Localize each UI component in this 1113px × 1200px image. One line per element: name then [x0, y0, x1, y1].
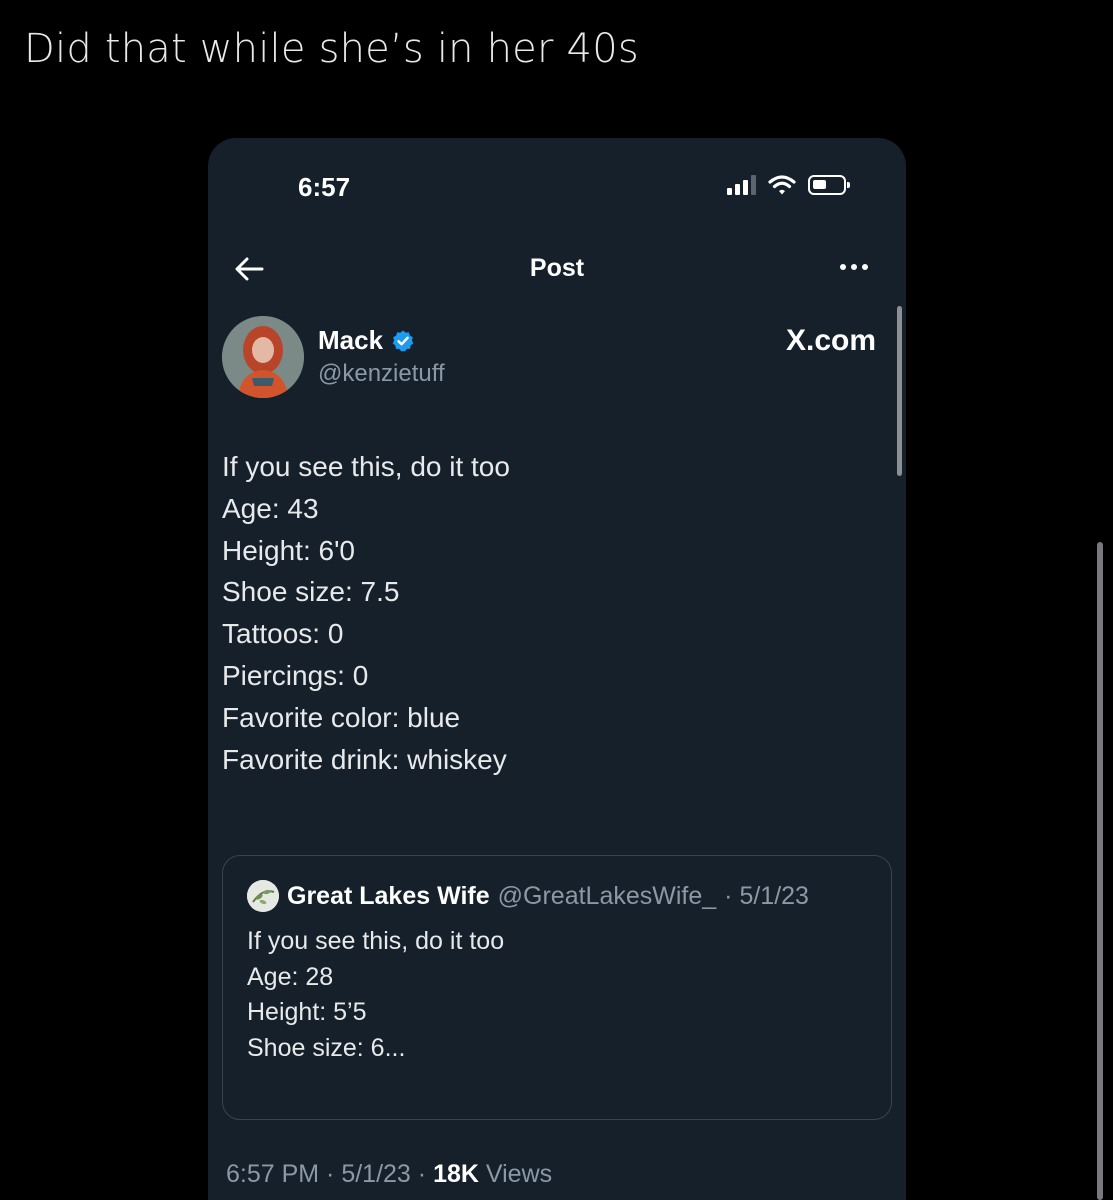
views-count[interactable]: 18K — [433, 1160, 479, 1188]
wifi-icon — [768, 175, 796, 195]
quoted-post-date: · 5/1/23 — [724, 881, 809, 910]
page-title: Post — [529, 254, 585, 282]
battery-icon — [808, 175, 850, 195]
post-line: Piercings: 0 — [222, 659, 369, 691]
author-name-text[interactable]: Mack — [318, 325, 383, 356]
status-icons — [727, 174, 850, 196]
post-time[interactable]: 6:57 PM — [226, 1160, 319, 1188]
quoted-line: Age: 28 — [247, 962, 334, 991]
xcom-watermark: X.com — [785, 324, 876, 357]
page-scrollbar[interactable] — [1097, 542, 1103, 1200]
post-date[interactable]: 5/1/23 — [341, 1160, 411, 1188]
post-line: Age: 43 — [222, 492, 319, 524]
screenshot-page: Did that while she’s in her 40s 6:57 Pos… — [0, 0, 1113, 1200]
quoted-post-card[interactable]: Great Lakes Wife @GreatLakesWife_ · 5/1/… — [222, 855, 892, 1120]
quoted-line: Height: 5’5 — [247, 998, 367, 1026]
post-line: Favorite drink: whiskey — [222, 743, 507, 775]
phone-screenshot: 6:57 Post Mack @kenzietuff X.com If you … — [208, 138, 906, 1200]
caption-text: Did that while she’s in her 40s — [24, 26, 639, 72]
more-horizontal-icon[interactable] — [840, 264, 868, 270]
cellular-signal-icon — [727, 175, 756, 195]
quoted-intro: If you see this, do it too — [247, 927, 505, 955]
quoted-post-header: Great Lakes Wife @GreatLakesWife_ · 5/1/… — [247, 880, 809, 912]
post-line: Favorite color: blue — [222, 701, 461, 733]
post-scrollbar[interactable] — [897, 306, 902, 476]
quoted-author-handle: @GreatLakesWife_ — [497, 881, 717, 910]
author-name[interactable]: Mack — [318, 325, 415, 356]
post-line: Height: 6'0 — [222, 534, 355, 566]
post-line: Tattoos: 0 — [222, 618, 344, 650]
verified-badge-icon — [392, 330, 414, 351]
post-text: If you see this, do it too Age: 43 Heigh… — [222, 446, 862, 780]
avatar[interactable] — [222, 316, 304, 398]
author-handle[interactable]: @kenzietuff — [318, 360, 445, 388]
quoted-line: Shoe size: 6... — [247, 1033, 406, 1062]
post-meta: 6:57 PM · 5/1/23 · 18K Views — [226, 1160, 553, 1188]
post-intro: If you see this, do it too — [222, 451, 510, 482]
quoted-post-text: If you see this, do it too Age: 28 Heigh… — [247, 924, 867, 1066]
status-time: 6:57 — [298, 172, 351, 202]
quoted-author-name: Great Lakes Wife — [287, 881, 490, 910]
quoted-avatar — [247, 880, 279, 912]
post-line: Shoe size: 7.5 — [222, 576, 400, 608]
views-label: Views — [478, 1160, 553, 1188]
